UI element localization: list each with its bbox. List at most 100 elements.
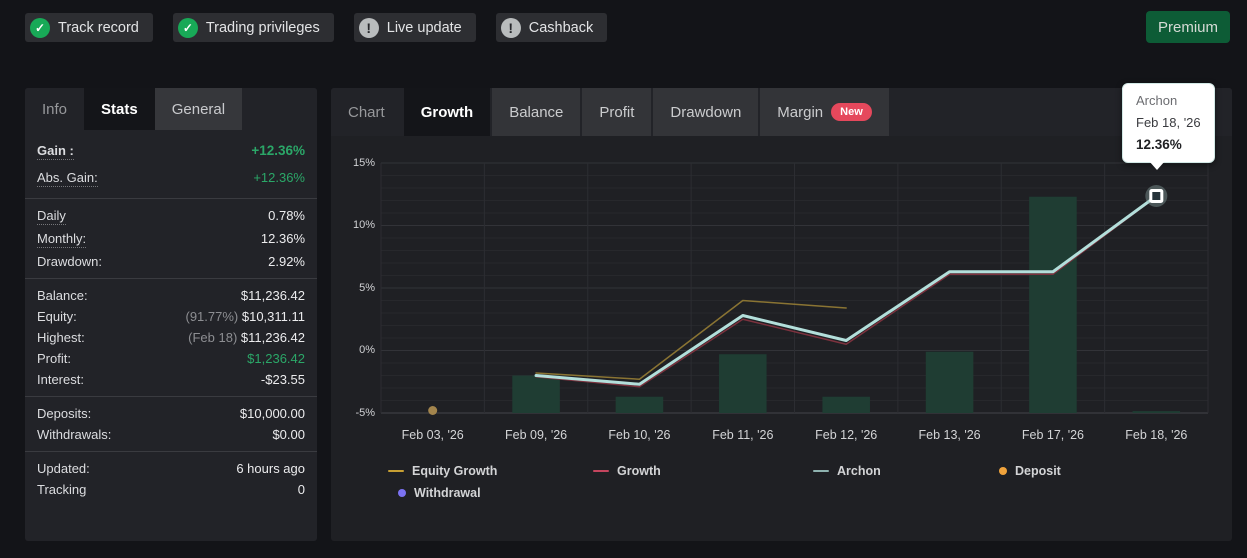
stats-tabs: Info Stats General [25,88,317,130]
deposit-point[interactable] [428,406,438,415]
premium-button[interactable]: Premium [1146,11,1230,43]
stat-label: Deposits: [37,406,92,421]
stat-row-drawdown: Drawdown: 2.92% [25,251,317,272]
legend-swatch-line [593,469,609,473]
legend-item-equity-growth[interactable]: Equity Growth [388,464,497,478]
stat-row-monthly: Monthly: 12.36% [25,228,317,251]
tab-label: Info [42,100,68,118]
status-badge-label: Cashback [528,19,594,36]
tab-balance[interactable]: Balance [492,88,581,136]
stats-group: Updated: 6 hours ago Tracking 0 [25,452,317,506]
point-marker[interactable] [1149,189,1164,203]
tab-margin[interactable]: Margin New [760,88,889,136]
status-badge-track-record[interactable]: ✓ Track record [25,13,153,42]
growth-chart[interactable] [380,162,1209,415]
stat-value-prefix: (Feb 18) [188,330,241,345]
x-axis-tick-label: Feb 10, '26 [608,428,671,442]
status-badge-trading-privileges[interactable]: ✓ Trading privileges [172,13,334,42]
stat-value: $10,000.00 [239,406,305,421]
tab-drawdown[interactable]: Drawdown [653,88,759,136]
stats-body: Gain : +12.36% Abs. Gain: +12.36% Daily 0.78%… [25,130,317,506]
bar-feb-11-26[interactable] [719,354,767,413]
legend-swatch-line [813,469,829,473]
tab-label: Stats [101,100,138,118]
bar-feb-18-26[interactable] [1132,411,1181,413]
legend-item-archon[interactable]: Archon [813,464,881,478]
status-badges: ✓ Track record ✓ Trading privileges ! Live up… [25,13,608,42]
status-badge-live-update[interactable]: ! Live update [353,13,476,42]
bar-feb-12-26[interactable] [822,396,870,413]
stat-row-updated: Updated: 6 hours ago [25,458,317,479]
tab-profit[interactable]: Profit [582,88,652,136]
stat-label[interactable]: Gain : [37,143,74,160]
bar-feb-13-26[interactable] [925,351,974,413]
tab-label: Balance [509,103,564,121]
tab-label: Profit [599,103,635,121]
stat-value: (Feb 18) $11,236.42 [188,330,305,345]
stat-label[interactable]: Daily [37,208,66,225]
stat-label: Balance: [37,288,88,303]
bar-feb-09-26[interactable] [512,375,560,414]
bar-feb-10-26[interactable] [615,396,664,413]
stat-value: $1,236.42 [247,351,305,366]
stat-value: 12.36% [260,231,305,246]
legend-item-deposit[interactable]: Deposit [999,464,1061,478]
chart-panel: Chart Growth Balance Profit Drawdown Margin Ne… [331,83,1232,541]
stat-value: 0.78% [268,208,305,223]
stat-label[interactable]: Monthly: [37,231,87,248]
status-badge-cashback[interactable]: ! Cashback [495,13,608,42]
legend-item-growth[interactable]: Growth [593,464,661,478]
stat-value: +12.36% [251,143,305,158]
stat-label: Updated: [37,461,90,476]
x-axis-tick-label: Feb 09, '26 [504,428,568,442]
stat-row-abs-gain: Abs. Gain: +12.36% [25,165,317,192]
stat-value: $11,236.42 [240,288,305,303]
y-axis-tick-label: -5% [355,406,375,419]
tab-growth[interactable]: Growth [403,88,491,136]
chart-tooltip: Archon Feb 18, '26 12.36% [1122,83,1215,170]
tooltip-value: 12.36% [1136,137,1182,152]
stat-row-equity: Equity: (91.77%) $10,311.11 [25,306,317,327]
stat-label: Interest: [37,372,84,387]
x-axis-tick-label: Feb 13, '26 [918,428,981,442]
exclamation-icon: ! [358,17,379,38]
stat-value: 6 hours ago [236,461,305,476]
stat-row-profit: Profit: $1,236.42 [25,348,317,369]
x-axis-tick-label: Feb 18, '26 [1125,428,1188,442]
stat-value: 0 [297,482,305,497]
stat-value: -$23.55 [260,372,305,387]
legend-item-withdrawal[interactable]: Withdrawal [398,486,481,500]
tab-label: Growth [420,103,474,121]
tab-chart[interactable]: Chart [331,88,402,136]
tab-info[interactable]: Info [25,88,84,130]
check-icon: ✓ [177,17,198,38]
bar-feb-17-26[interactable] [1029,196,1077,413]
stat-row-interest: Interest: -$23.55 [25,369,317,390]
x-axis-tick-label: Feb 03, '26 [401,428,464,442]
stat-label[interactable]: Abs. Gain: [37,170,98,187]
legend-label: Archon [837,464,881,478]
legend-label: Equity Growth [412,464,498,478]
stat-row-daily: Daily 0.78% [25,205,317,228]
stat-row-highest: Highest: (Feb 18) $11,236.42 [25,327,317,348]
legend-label: Deposit [1015,464,1061,478]
stat-row-deposits: Deposits: $10,000.00 [25,403,317,424]
legend-swatch-dot [398,489,406,497]
x-axis-tick-label: Feb 17, '26 [1021,428,1085,442]
tab-label: Chart [348,103,385,121]
stats-group: Balance: $11,236.42 Equity: (91.77%) $10,31… [25,279,317,397]
stat-label: Equity: [37,309,77,324]
x-axis-tick-label: Feb 11, '26 [712,428,774,442]
stat-row-balance: Balance: $11,236.42 [25,285,317,306]
stat-value: +12.36% [253,170,305,185]
tab-label: Drawdown [670,103,742,121]
stat-row-gain: Gain : +12.36% [25,138,317,165]
check-icon: ✓ [30,17,50,38]
chart-tabs: Chart Growth Balance Profit Drawdown Margin Ne… [331,88,1232,136]
stat-label: Withdrawals: [37,427,112,442]
tab-stats[interactable]: Stats [84,88,155,130]
stat-value-prefix: (91.77%) [185,309,242,324]
legend-swatch-dot [999,467,1007,475]
legend-label: Growth [617,464,661,478]
tab-general[interactable]: General [154,88,243,130]
